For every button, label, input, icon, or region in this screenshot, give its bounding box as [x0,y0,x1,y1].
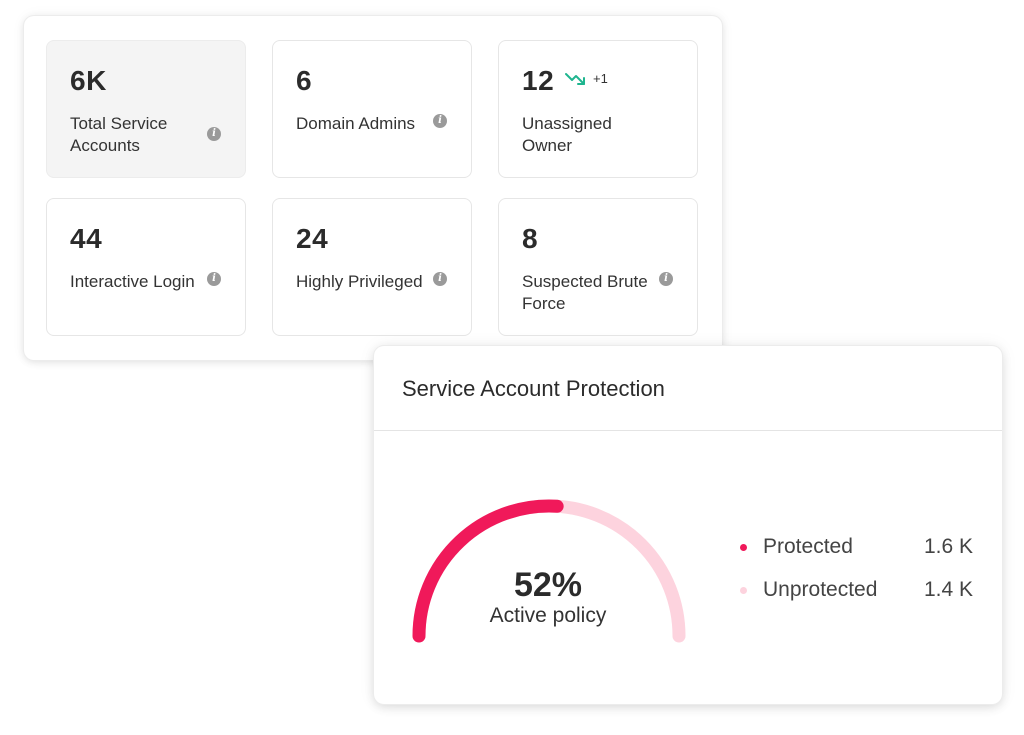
info-icon[interactable]: i [207,127,221,141]
info-icon[interactable]: i [433,114,447,128]
stat-value: 24 [296,223,329,254]
stat-label: Total Service Accounts [70,114,168,155]
service-account-protection-card: Service Account Protection 52% Active po… [374,346,1002,704]
info-icon[interactable]: i [207,272,221,286]
gauge-percent: 52% [513,566,583,604]
stat-tile-suspected-brute-force[interactable]: 8 Suspected Brute Force i [498,198,698,336]
card-title: Service Account Protection [402,376,665,401]
dashboard-stage: 6K Total Service Accounts i 6 Domain Adm… [0,0,1024,735]
legend-label: Protected [763,535,853,558]
stat-label: Suspected Brute Force [522,272,648,313]
stats-card: 6K Total Service Accounts i 6 Domain Adm… [24,16,722,360]
stat-label: Unassigned Owner [522,114,612,155]
info-icon[interactable]: i [659,272,673,286]
trend-delta: +1 [593,71,608,86]
legend-item-protected: Protected 1.6 K [740,532,990,562]
divider [374,430,1002,431]
legend-item-unprotected: Unprotected 1.4 K [740,575,990,605]
stat-label: Domain Admins [296,114,416,133]
trend-down-icon [565,72,585,85]
legend-label: Unprotected [763,578,878,601]
stat-value: 6 [296,65,313,96]
stat-value: 44 [70,223,103,254]
stat-label: Interactive Login [70,272,195,291]
stat-tile-interactive-login[interactable]: 44 Interactive Login i [46,198,246,336]
stat-tile-highly-privileged[interactable]: 24 Highly Privileged i [272,198,472,336]
legend-value: 1.4 K [924,578,974,601]
stat-value: 8 [522,223,539,254]
gauge-caption: Active policy [489,604,607,627]
stat-label: Highly Privileged [296,272,423,291]
info-icon[interactable]: i [433,272,447,286]
legend-dot-icon [740,586,747,594]
legend-dot-icon [740,543,747,551]
legend-value: 1.6 K [924,535,974,558]
stat-tile-unassigned-owner[interactable]: 12 +1 Unassigned Owner [498,40,698,178]
trend-indicator: +1 [565,71,608,86]
stat-tile-domain-admins[interactable]: 6 Domain Admins i [272,40,472,178]
stat-tile-total-service-accounts[interactable]: 6K Total Service Accounts i [46,40,246,178]
stat-value: 6K [70,65,107,96]
stat-value: 12 [522,65,555,96]
